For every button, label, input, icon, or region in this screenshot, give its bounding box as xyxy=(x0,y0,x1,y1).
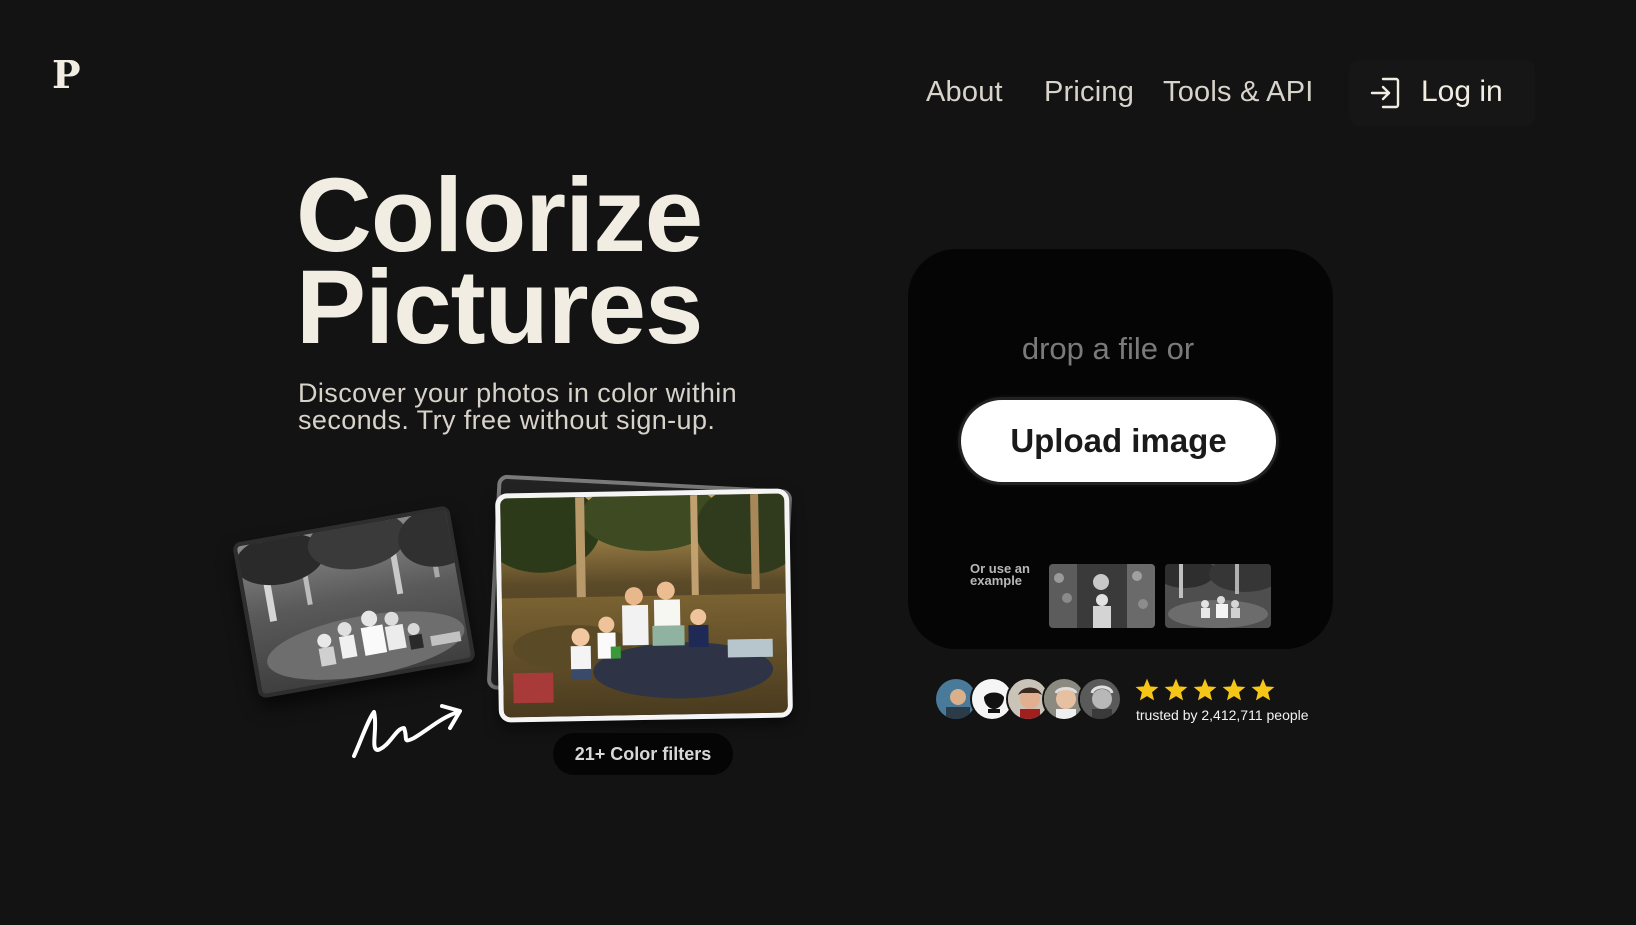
nav-link-about[interactable]: About xyxy=(926,76,1003,109)
avatar xyxy=(1078,677,1122,721)
star-icon xyxy=(1251,678,1275,701)
nav-link-pricing[interactable]: Pricing xyxy=(1044,76,1134,109)
star-icon xyxy=(1164,678,1188,701)
user-avatars xyxy=(934,677,1134,721)
drop-file-text: drop a file or xyxy=(1021,331,1195,366)
login-button[interactable]: Log in xyxy=(1349,60,1535,126)
example-image-2[interactable] xyxy=(1165,564,1271,628)
trusted-by-text: trusted by 2,412,711 people xyxy=(1136,707,1309,723)
upload-card[interactable]: drop a file or Upload image Or use an ex… xyxy=(908,249,1333,649)
colorized-photo-example xyxy=(495,488,793,723)
color-filters-badge: 21+ Color filters xyxy=(553,733,733,775)
bw-photo-example xyxy=(231,505,477,699)
hero-subtitle: Discover your photos in color within sec… xyxy=(298,378,738,435)
top-nav: About Pricing Tools & API Log in xyxy=(0,60,1636,126)
example-image-1[interactable] xyxy=(1049,564,1155,628)
star-icon xyxy=(1135,678,1159,701)
upload-image-button[interactable]: Upload image xyxy=(958,397,1279,485)
rating-stars xyxy=(1134,677,1276,703)
nav-link-tools-api[interactable]: Tools & API xyxy=(1163,76,1314,109)
login-icon xyxy=(1370,77,1400,109)
hero-title-line-2: Pictures xyxy=(296,249,703,366)
hero-title: Colorize Pictures xyxy=(296,163,703,366)
star-icon xyxy=(1193,678,1217,701)
example-label: Or use an example xyxy=(970,561,1030,588)
star-icon xyxy=(1222,678,1246,701)
login-label: Log in xyxy=(1421,75,1503,108)
arrow-doodle-icon xyxy=(352,704,462,758)
